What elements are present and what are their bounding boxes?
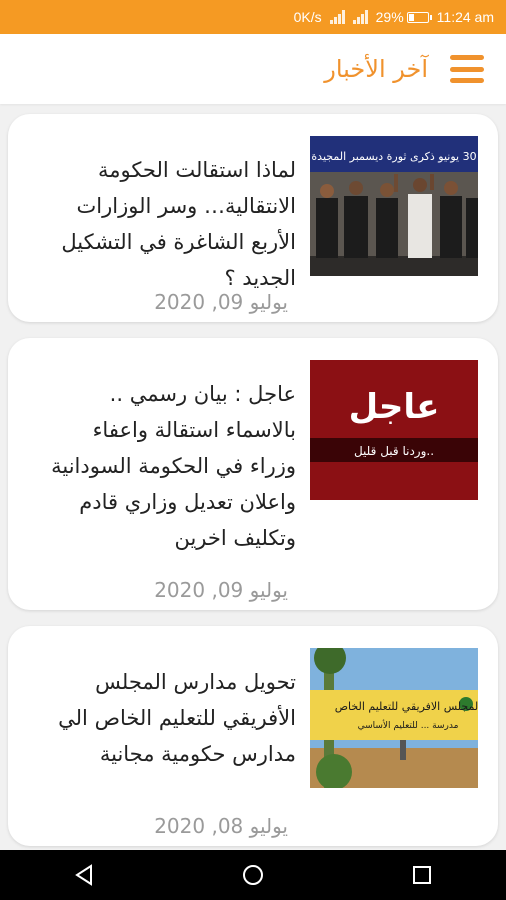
app-bar: آخر الأخبار (0, 34, 506, 104)
battery-percent: 29% (375, 9, 404, 25)
signal-icon (329, 10, 345, 24)
recents-icon[interactable] (402, 855, 442, 895)
home-icon[interactable] (233, 855, 273, 895)
article-date: يوليو 08, 2020 (154, 814, 288, 838)
breaking-subtitle: وردنا قبل قليل.. (354, 444, 434, 459)
battery-icon (406, 11, 432, 23)
article-date: يوليو 09, 2020 (154, 290, 288, 314)
article-headline[interactable]: تحويل مدارس المجلس الأفريقي للتعليم الخا… (48, 664, 296, 772)
sign-text-bottom: مدرسة ... للتعليم الأساسي (358, 719, 459, 731)
status-bar: 0K/s 29% 11:24 am (0, 0, 506, 34)
article-thumbnail[interactable]: عاجل وردنا قبل قليل.. (310, 360, 478, 500)
article-headline[interactable]: لماذا استقالت الحكومة الانتقالية… وسر ال… (48, 152, 296, 296)
article-thumbnail[interactable]: 30 يونيو ذكرى ثورة ديسمبر المجيدة (310, 136, 478, 276)
menu-icon[interactable] (450, 55, 484, 83)
breaking-label: عاجل (349, 387, 440, 427)
thumbnail-banner-text: 30 يونيو ذكرى ثورة ديسمبر المجيدة (311, 150, 476, 163)
article-date: يوليو 09, 2020 (154, 578, 288, 602)
article-thumbnail[interactable]: المجلس الافريقي للتعليم الخاص مدرسة ... … (310, 648, 478, 788)
article-card[interactable]: 30 يونيو ذكرى ثورة ديسمبر المجيدة لماذا … (8, 114, 498, 322)
news-feed[interactable]: 30 يونيو ذكرى ثورة ديسمبر المجيدة لماذا … (0, 104, 506, 850)
article-headline[interactable]: عاجل : بيان رسمي .. بالاسماء استقالة واع… (48, 376, 296, 556)
article-card[interactable]: عاجل وردنا قبل قليل.. عاجل : بيان رسمي .… (8, 338, 498, 610)
article-card[interactable]: المجلس الافريقي للتعليم الخاص مدرسة ... … (8, 626, 498, 846)
clock: 11:24 am (436, 9, 494, 25)
system-nav-bar (0, 850, 506, 900)
back-icon[interactable] (64, 855, 104, 895)
signal-icon-2 (352, 10, 368, 24)
sign-text-top: المجلس الافريقي للتعليم الخاص (335, 700, 478, 713)
network-speed: 0K/s (293, 9, 322, 25)
page-title: آخر الأخبار (324, 55, 428, 83)
